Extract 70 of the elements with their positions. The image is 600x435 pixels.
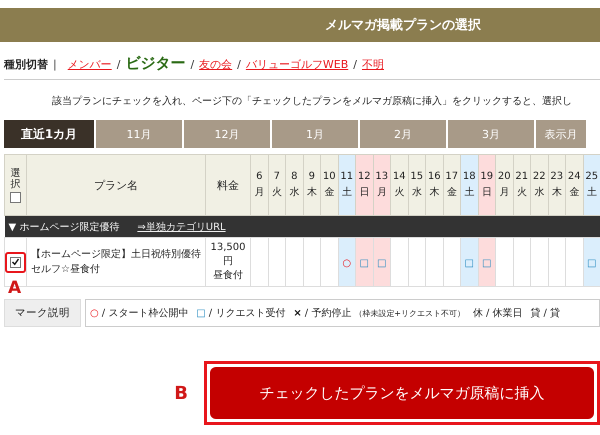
month-tab[interactable]: 3月 xyxy=(448,120,534,148)
legend-text: / 貸 xyxy=(544,306,560,320)
select-all-checkbox[interactable] xyxy=(10,192,21,202)
day-header: 11 土 xyxy=(338,154,356,216)
month-tab[interactable]: 12月 xyxy=(184,120,270,148)
legend-text: / リクエスト受付 xyxy=(208,306,286,320)
type-link[interactable]: 友の会 xyxy=(199,57,232,72)
day-header: 7 火 xyxy=(268,154,286,216)
day-header: 14 火 xyxy=(390,154,408,216)
day-header: 18 土 xyxy=(460,154,478,216)
day-header: 6 月 xyxy=(250,154,268,216)
switch-label: 種別切替 xyxy=(4,57,48,72)
day-header: 16 木 xyxy=(426,154,443,216)
month-tab[interactable]: 直近1カ月 xyxy=(4,120,94,148)
day-header: 24 金 xyxy=(566,154,583,216)
day-header: 10 金 xyxy=(320,154,338,216)
month-tab[interactable]: 1月 xyxy=(272,120,358,148)
current-type: ビジター xyxy=(125,54,186,73)
insert-button[interactable]: チェックしたプランをメルマガ原稿に挿入 xyxy=(210,367,594,419)
plan-price: 13,500 円 昼食付 xyxy=(210,242,246,281)
separator: / xyxy=(353,58,357,71)
day-header: 25 土 xyxy=(583,154,600,216)
day-header: 23 木 xyxy=(548,154,566,216)
type-link[interactable]: バリューゴルフWEB xyxy=(246,57,348,72)
legend-note: （枠未設定+リクエスト不可） xyxy=(354,308,465,318)
legend-symbol: ○ xyxy=(90,308,99,318)
day-header: 13 月 xyxy=(373,154,390,216)
month-tab[interactable]: 11月 xyxy=(96,120,182,148)
separator: | xyxy=(53,58,57,71)
legend-text: / 予約停止 xyxy=(304,306,352,320)
page-title: メルマガ掲載プランの選択 xyxy=(325,16,481,34)
availability-mark: □ xyxy=(587,258,596,268)
annotation-label: B xyxy=(174,382,188,404)
column-header: 選択 xyxy=(10,168,20,190)
column-header: 料金 xyxy=(217,178,239,192)
separator: / xyxy=(237,58,241,71)
annotation-label: A xyxy=(8,278,22,298)
legend-symbol: × xyxy=(293,308,302,318)
availability-mark: □ xyxy=(482,258,492,268)
day-header: 9 木 xyxy=(303,154,320,216)
day-header: 17 金 xyxy=(443,154,460,216)
plan-checkbox[interactable] xyxy=(10,256,21,268)
day-header: 15 水 xyxy=(408,154,426,216)
month-tab[interactable]: 表示月 xyxy=(536,120,586,148)
legend-symbol: □ xyxy=(196,308,206,318)
day-header: 12 日 xyxy=(356,154,373,216)
category-link[interactable]: ⇒単独カテゴリURL xyxy=(137,220,226,234)
separator: / xyxy=(116,58,120,71)
day-header: 19 日 xyxy=(478,154,496,216)
legend-symbol: 休 xyxy=(472,307,483,320)
type-link[interactable]: 不明 xyxy=(362,57,384,72)
day-header: 20 月 xyxy=(496,154,513,216)
instruction-text: 該当プランにチェックを入れ、ページ下の「チェックしたプランをメルマガ原稿に挿入」をクリックすると、選択し xyxy=(51,94,573,109)
availability-mark: □ xyxy=(377,258,386,268)
day-header: 22 水 xyxy=(530,154,548,216)
legend-text: / 休業日 xyxy=(486,306,523,320)
plan-name: 【ホームページ限定】土日祝特別優待セルフ☆昼食付 xyxy=(31,249,201,275)
legend-button[interactable]: マーク説明 xyxy=(4,299,81,327)
day-header: 21 火 xyxy=(513,154,530,216)
availability-mark: ○ xyxy=(342,258,352,268)
type-link[interactable]: メンバー xyxy=(68,57,112,72)
category-title: ▼ ホームページ限定優待 xyxy=(8,220,120,234)
month-tab[interactable]: 2月 xyxy=(360,120,446,148)
column-header: プラン名 xyxy=(94,178,138,192)
legend-symbol: 貸 xyxy=(530,306,541,320)
legend-text: / スタート枠公開中 xyxy=(102,306,188,320)
availability-mark: □ xyxy=(464,258,474,268)
availability-mark: □ xyxy=(360,258,369,268)
separator: / xyxy=(190,58,194,71)
day-header: 8 水 xyxy=(286,154,303,216)
